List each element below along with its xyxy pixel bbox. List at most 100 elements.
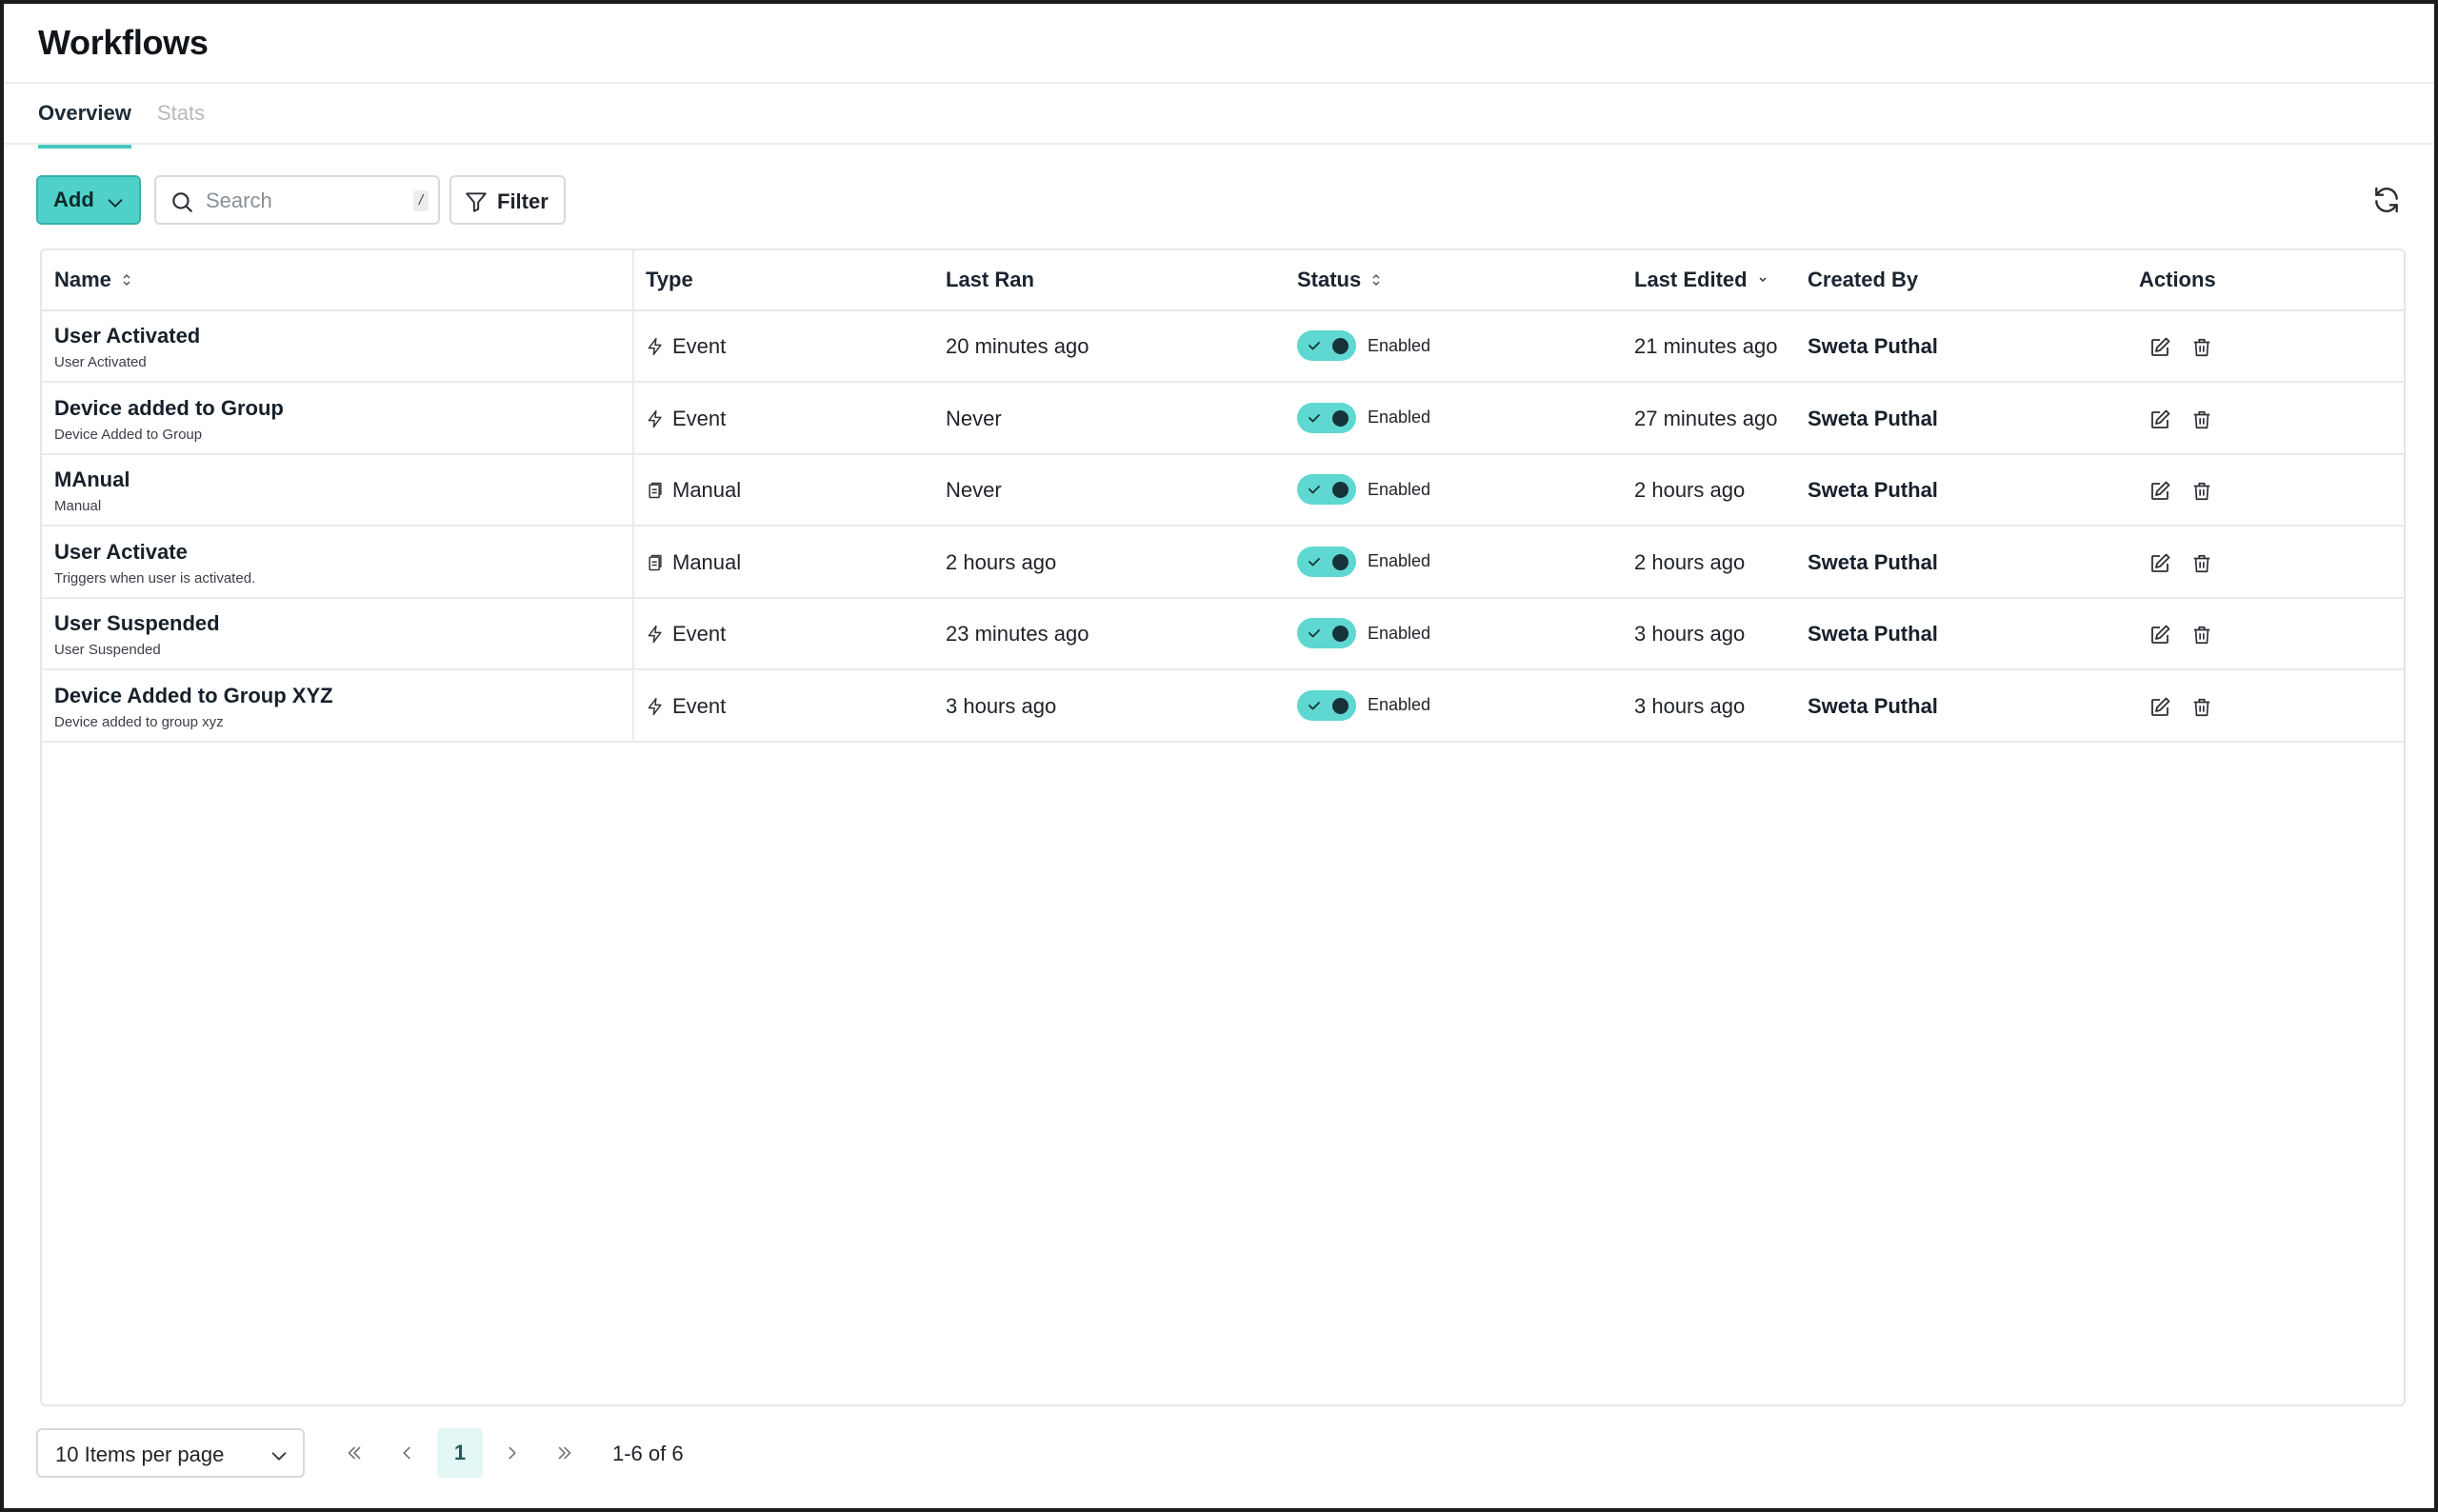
trash-icon[interactable]: [2187, 692, 2217, 723]
trash-icon[interactable]: [2187, 620, 2217, 650]
workflow-type: Manual: [646, 478, 741, 503]
edit-icon[interactable]: [2145, 405, 2175, 435]
workflow-last-edited: 3 hours ago: [1634, 693, 1746, 718]
check-icon: [1309, 413, 1320, 422]
status-toggle[interactable]: [1297, 330, 1356, 361]
toggle-knob: [1332, 697, 1349, 714]
status-toggle[interactable]: [1297, 402, 1356, 433]
trash-icon[interactable]: [2187, 548, 2217, 579]
edit-icon[interactable]: [2145, 692, 2175, 723]
last-page-icon[interactable]: [542, 1428, 588, 1478]
row-actions: [2145, 548, 2217, 579]
page-number-current[interactable]: 1: [437, 1428, 483, 1478]
table-row[interactable]: User Suspended User Suspended Event 23 minu…: [42, 599, 2404, 670]
table-header: Name Type Last Ran Status Last Edited Cr…: [42, 250, 2404, 311]
edit-icon[interactable]: [2145, 548, 2175, 579]
column-header-status[interactable]: Status: [1297, 268, 1382, 292]
edit-icon[interactable]: [2145, 476, 2175, 507]
check-icon: [1309, 486, 1320, 494]
column-header-label: Last Edited: [1634, 268, 1748, 291]
lightning-icon: [648, 409, 662, 428]
workflow-last-ran: 3 hours ago: [946, 693, 1057, 718]
previous-page-icon[interactable]: [384, 1428, 430, 1478]
search-icon: [172, 192, 192, 212]
workflow-name[interactable]: User Activate: [54, 540, 188, 565]
status-label: Enabled: [1368, 695, 1431, 714]
check-icon: [1309, 342, 1320, 350]
workflow-last-edited: 21 minutes ago: [1634, 334, 1778, 358]
workflow-name[interactable]: User Suspended: [54, 611, 220, 636]
next-page-icon[interactable]: [490, 1428, 535, 1478]
filter-button[interactable]: Filter: [450, 175, 566, 225]
sort-icon: [123, 273, 130, 287]
column-header-last-edited[interactable]: Last Edited: [1634, 268, 1769, 292]
lightning-icon: [648, 697, 662, 715]
tab-overview[interactable]: Overview: [38, 101, 131, 149]
toggle-knob: [1332, 409, 1349, 427]
trash-icon[interactable]: [2187, 405, 2217, 435]
status-toggle[interactable]: [1297, 474, 1356, 505]
pagination-range: 1-6 of 6: [612, 1442, 684, 1465]
workflow-type-label: Manual: [672, 478, 742, 502]
toggle-knob: [1332, 482, 1349, 498]
trash-icon[interactable]: [2187, 332, 2217, 363]
workflow-created-by: Sweta Puthal: [1808, 549, 1938, 574]
workflow-last-edited: 2 hours ago: [1634, 549, 1746, 574]
column-header-last-ran: Last Ran: [946, 268, 1034, 292]
workflow-last-ran: 23 minutes ago: [946, 622, 1089, 646]
workflow-status: Enabled: [1297, 546, 1430, 577]
workflow-status: Enabled: [1297, 689, 1431, 721]
row-actions: [2145, 620, 2217, 650]
trash-icon[interactable]: [2187, 476, 2217, 507]
workflow-name[interactable]: Device added to Group: [54, 396, 284, 421]
workflow-status: Enabled: [1297, 474, 1430, 505]
workflow-description: Device added to group xyz: [54, 713, 224, 730]
row-actions: [2145, 405, 2217, 435]
edit-icon[interactable]: [2145, 332, 2175, 363]
workflow-created-by: Sweta Puthal: [1808, 693, 1938, 718]
table-row[interactable]: MAnual Manual Manual Never Enabled 2 hours ag…: [42, 455, 2404, 527]
toggle-knob: [1332, 553, 1349, 570]
workflow-description: User Activated: [54, 354, 147, 370]
status-toggle[interactable]: [1297, 546, 1356, 577]
sort-desc-icon: [1759, 277, 1767, 283]
table-row[interactable]: Device Added to Group XYZ Device added to…: [42, 671, 2404, 743]
workflow-name[interactable]: Device Added to Group XYZ: [54, 684, 333, 708]
workflow-status: Enabled: [1297, 330, 1430, 361]
refresh-icon[interactable]: [2371, 185, 2402, 215]
status-label: Enabled: [1368, 408, 1431, 427]
table-row[interactable]: User Activated User Activated Event 20 minu…: [42, 311, 2404, 383]
add-button[interactable]: Add: [36, 175, 141, 225]
status-label: Enabled: [1368, 479, 1431, 499]
first-page-icon[interactable]: [331, 1428, 377, 1478]
items-per-page-select[interactable]: 10 Items per page: [36, 1428, 305, 1478]
lightning-icon: [648, 625, 662, 644]
status-label: Enabled: [1368, 623, 1431, 643]
workflow-name[interactable]: User Activated: [54, 324, 200, 348]
edit-icon[interactable]: [2145, 620, 2175, 650]
toolbar: Add / Filter: [36, 175, 2402, 227]
workflows-table: Name Type Last Ran Status Last Edited Cr…: [40, 249, 2406, 1406]
tab-stats[interactable]: Stats: [157, 101, 205, 145]
table-row[interactable]: Device added to Group Device Added to Gro…: [42, 384, 2404, 455]
workflow-type: Event: [646, 622, 726, 647]
workflow-name[interactable]: MAnual: [54, 468, 130, 492]
workflow-type: Manual: [646, 550, 741, 575]
app-window: Workflows Overview Stats Add / Filter Na…: [0, 0, 2438, 1512]
workflow-created-by: Sweta Puthal: [1808, 406, 1938, 430]
workflow-type: Event: [646, 407, 726, 431]
column-header-name[interactable]: Name: [54, 268, 132, 292]
search-input[interactable]: [206, 185, 396, 217]
workflow-last-edited: 3 hours ago: [1634, 622, 1746, 646]
clipboard-icon: [649, 482, 662, 499]
status-toggle[interactable]: [1297, 618, 1356, 648]
toggle-knob: [1332, 338, 1349, 354]
column-header-actions: Actions: [2139, 268, 2216, 292]
status-toggle[interactable]: [1297, 689, 1356, 721]
column-header-type: Type: [646, 268, 693, 292]
table-row[interactable]: User Activate Triggers when user is activ…: [42, 527, 2404, 599]
workflow-type: Event: [646, 334, 726, 359]
workflow-status: Enabled: [1297, 402, 1431, 433]
chevron-down-icon: [271, 1452, 287, 1461]
workflow-created-by: Sweta Puthal: [1808, 478, 1938, 502]
